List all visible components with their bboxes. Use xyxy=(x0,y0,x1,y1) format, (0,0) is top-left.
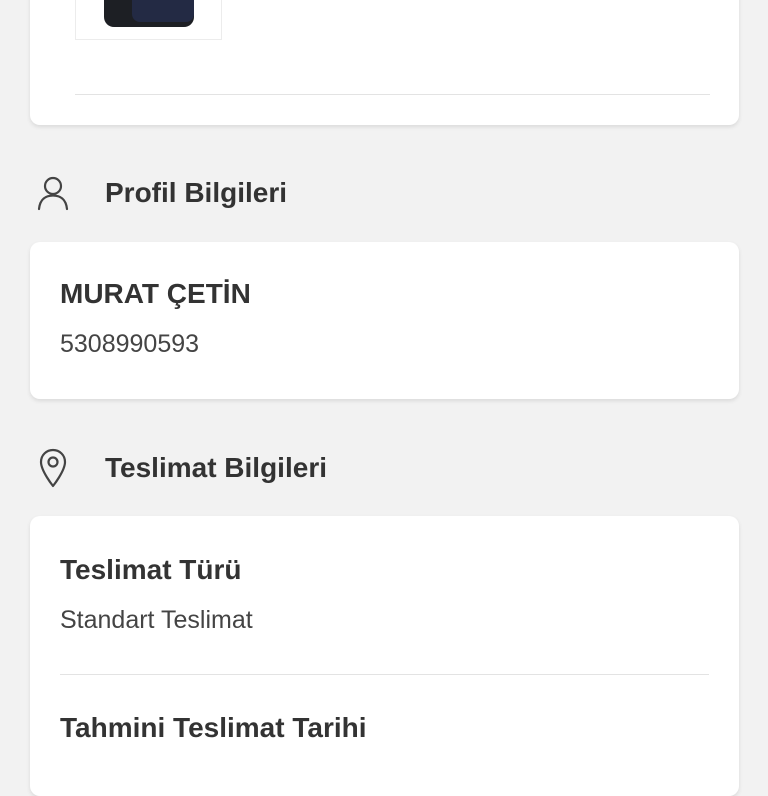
profile-phone: 5308990593 xyxy=(60,330,200,358)
delivery-section-title: Teslimat Bilgileri xyxy=(105,452,327,483)
delivery-type-label: Teslimat Türü xyxy=(60,554,242,585)
delivery-divider xyxy=(60,674,709,675)
product-thumbnail[interactable] xyxy=(75,0,222,40)
profile-section-header: Profil Bilgileri xyxy=(36,173,287,213)
delivery-card: Teslimat Türü Standart Teslimat Tahmini … xyxy=(30,516,739,796)
order-divider xyxy=(75,94,710,95)
location-pin-icon xyxy=(36,448,70,488)
order-delivery-type: Standart Teslimat xyxy=(246,0,408,8)
user-icon xyxy=(36,173,70,213)
profile-card: MURAT ÇETİN 5308990593 xyxy=(30,242,739,399)
product-phone-image xyxy=(104,0,194,27)
order-summary-card: Standart Teslimat xyxy=(30,0,739,125)
profile-section-title: Profil Bilgileri xyxy=(105,177,288,208)
estimated-delivery-date-label: Tahmini Teslimat Tarihi xyxy=(60,712,367,743)
profile-name: MURAT ÇETİN xyxy=(60,278,251,309)
delivery-section-header: Teslimat Bilgileri xyxy=(36,448,327,488)
delivery-type-value: Standart Teslimat xyxy=(60,606,253,634)
